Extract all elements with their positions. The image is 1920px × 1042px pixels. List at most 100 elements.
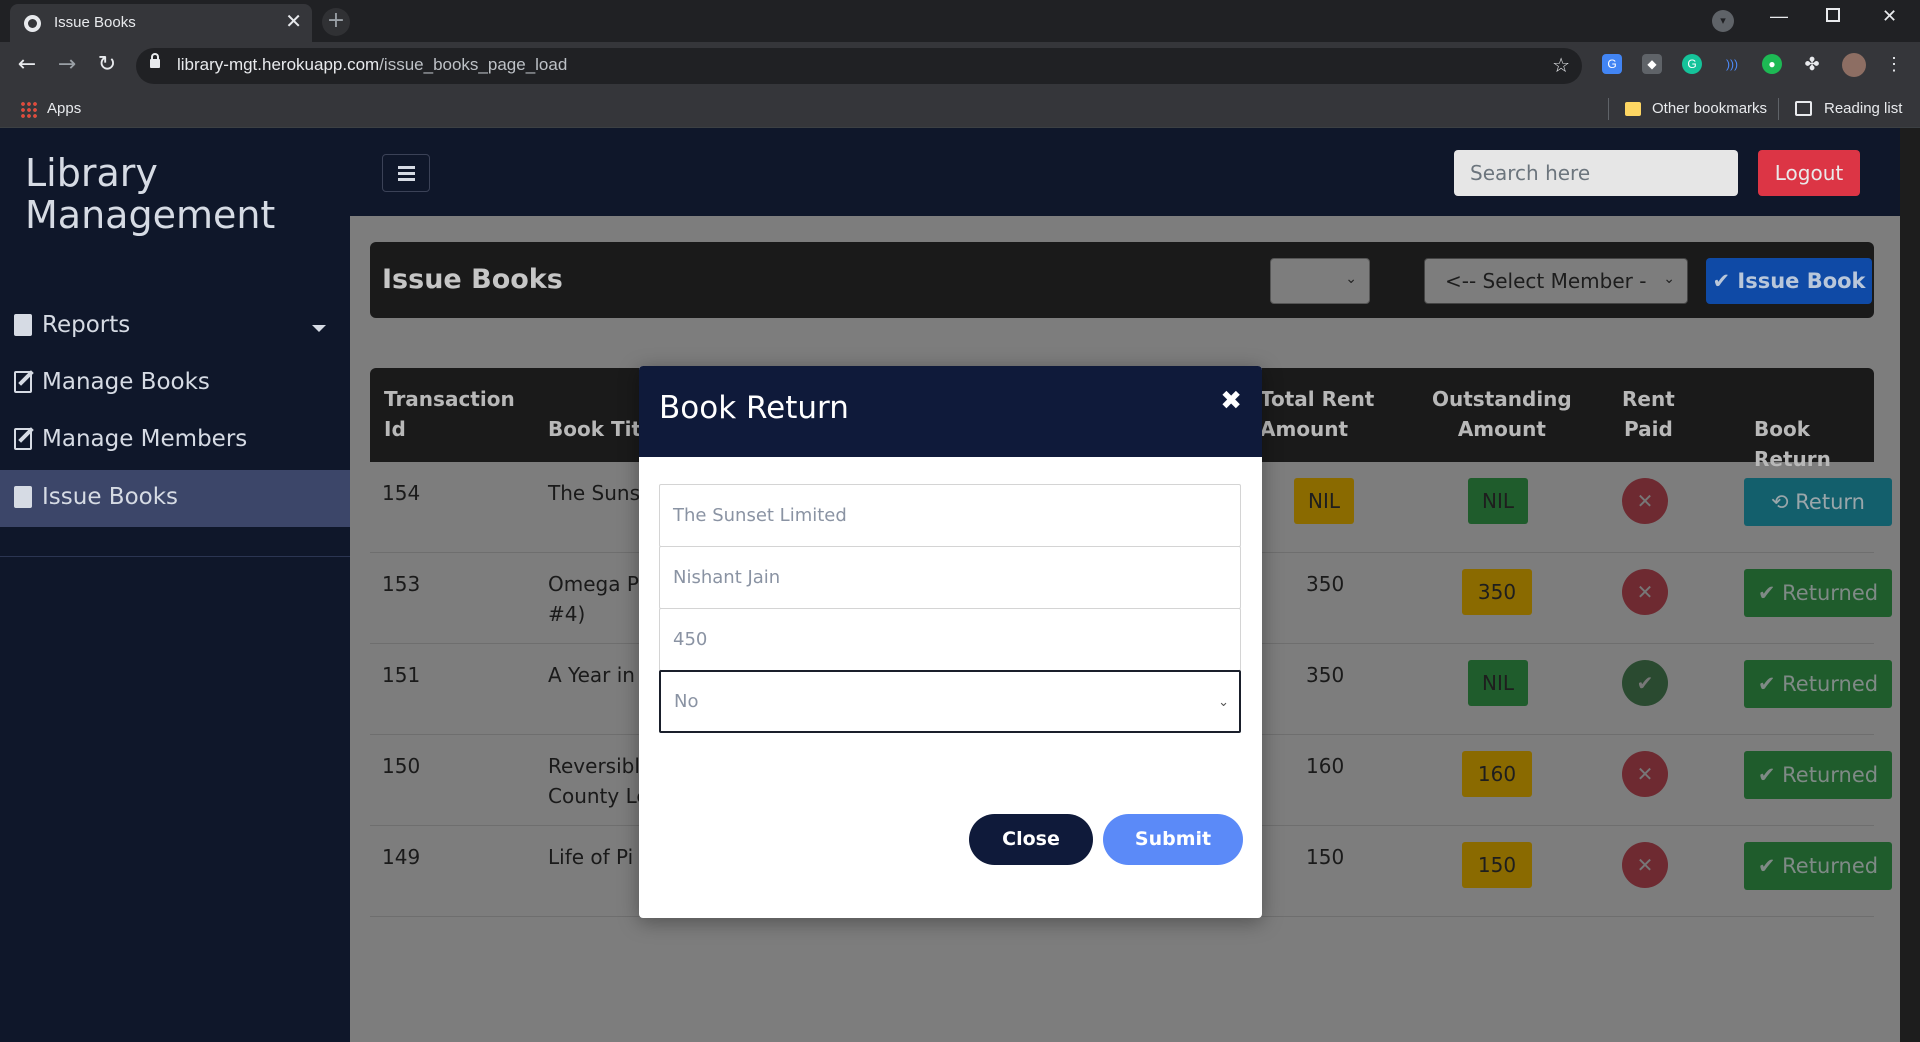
th-total-rent: Total Rent Amount — [1260, 387, 1375, 441]
chevron-down-icon: ⌄ — [1663, 271, 1675, 287]
book-select[interactable]: ⌄ — [1270, 258, 1370, 304]
audio-extension-icon[interactable]: ))) — [1722, 54, 1742, 74]
green-extension-icon[interactable]: ● — [1762, 54, 1782, 74]
issue-books-panel: Issue Books ⌄ <-- Select Member - ⌄ ✔ Is… — [370, 242, 1874, 318]
member-select-value: <-- Select Member - — [1445, 269, 1647, 293]
apps-grid-icon[interactable] — [20, 101, 37, 118]
document-icon — [14, 314, 32, 336]
sidebar-item-issue-books[interactable]: Issue Books — [0, 470, 350, 527]
cell-transaction-id: 151 — [382, 663, 421, 687]
cell-transaction-id: 149 — [382, 845, 421, 869]
bookmarks-bar: Apps Other bookmarks Reading list — [0, 90, 1920, 128]
translate-extension-icon[interactable]: G — [1602, 54, 1622, 74]
cell-book-title: The Suns — [548, 481, 641, 505]
reading-list[interactable]: Reading list — [1824, 100, 1902, 117]
other-bookmarks[interactable]: Other bookmarks — [1652, 100, 1767, 117]
unpaid-x-icon: ✕ — [1622, 842, 1668, 888]
member-select[interactable]: <-- Select Member - ⌄ — [1424, 258, 1688, 304]
app-root: Library Management Reports Manage Books … — [0, 128, 1920, 1042]
cell-transaction-id: 153 — [382, 572, 421, 596]
sidebar-item-reports[interactable]: Reports — [0, 298, 350, 355]
page-title: Issue Books — [382, 264, 563, 295]
address-bar[interactable]: library-mgt.herokuapp.com/issue_books_pa… — [136, 48, 1582, 84]
sidebar-item-label: Reports — [42, 312, 131, 338]
reading-list-icon — [1795, 101, 1812, 116]
return-button[interactable]: ⟲ Return — [1744, 478, 1892, 526]
extensions-puzzle-icon[interactable]: ✤ — [1802, 54, 1822, 74]
th-transaction-id: Transaction Id — [384, 387, 515, 441]
lock-icon — [150, 53, 160, 68]
modal-title: Book Return — [659, 390, 849, 426]
page-scrollbar[interactable] — [1900, 128, 1920, 1042]
sidebar-item-manage-members[interactable]: Manage Members — [0, 412, 350, 469]
browser-tabstrip: Issue Books ✕ + ▾ — ✕ — [0, 0, 1920, 42]
sidebar-item-label: Manage Books — [42, 369, 210, 395]
browser-tab[interactable]: Issue Books ✕ — [10, 4, 312, 42]
forward-icon[interactable]: → — [53, 52, 81, 77]
bookmark-star-icon[interactable]: ☆ — [1552, 53, 1570, 77]
issue-book-button[interactable]: ✔ Issue Book — [1706, 258, 1872, 304]
logout-button[interactable]: Logout — [1758, 150, 1860, 196]
cell-book-title: Omega P #4) — [548, 572, 639, 626]
profile-avatar[interactable] — [1842, 53, 1866, 77]
returned-button[interactable]: ✔ Returned — [1744, 751, 1892, 799]
new-tab-button[interactable]: + — [322, 8, 350, 36]
back-icon[interactable]: ← — [13, 52, 41, 77]
amount-field[interactable]: 450 — [659, 608, 1241, 671]
restore-icon[interactable] — [1826, 8, 1840, 22]
cell-book-title: A Year in — [548, 663, 635, 687]
tab-close-icon[interactable]: ✕ — [285, 11, 302, 31]
reload-icon[interactable]: ↻ — [93, 52, 121, 77]
rent-paid-select[interactable]: No ⌄ — [659, 670, 1241, 733]
cell-total-rent: 350 — [1306, 663, 1345, 687]
chevron-down-icon: ⌄ — [1345, 271, 1357, 287]
returned-button[interactable]: ✔ Returned — [1744, 660, 1892, 708]
sidebar: Library Management Reports Manage Books … — [0, 128, 350, 1042]
tab-search-icon[interactable]: ▾ — [1712, 10, 1734, 32]
unpaid-x-icon: ✕ — [1622, 569, 1668, 615]
submit-button[interactable]: Submit — [1103, 814, 1243, 865]
bookmark-separator — [1608, 98, 1609, 120]
search-input[interactable] — [1454, 150, 1738, 196]
unpaid-x-icon: ✕ — [1622, 751, 1668, 797]
outstanding-badge: NIL — [1468, 660, 1528, 706]
brand-title: Library Management — [25, 151, 276, 237]
cell-transaction-id: 154 — [382, 481, 421, 505]
top-navbar: Logout — [350, 128, 1900, 216]
url-text: library-mgt.herokuapp.com/issue_books_pa… — [177, 55, 568, 74]
sidebar-divider — [0, 556, 350, 557]
returned-button[interactable]: ✔ Returned — [1744, 842, 1892, 890]
close-button[interactable]: Close — [969, 814, 1093, 865]
outstanding-badge: NIL — [1468, 478, 1528, 524]
cell-total-rent: 160 — [1306, 754, 1345, 778]
returned-button[interactable]: ✔ Returned — [1744, 569, 1892, 617]
tab-title: Issue Books — [54, 14, 136, 31]
unpaid-x-icon: ✕ — [1622, 478, 1668, 524]
rent-paid-select-value: No — [674, 691, 699, 712]
modal-header: Book Return ✖ — [639, 366, 1262, 457]
modal-close-icon[interactable]: ✖ — [1220, 386, 1242, 416]
th-rent-paid: Rent Paid — [1622, 387, 1675, 441]
cell-book-title: Life of Pi — [548, 845, 634, 869]
chevron-down-icon: ⌄ — [1218, 695, 1229, 710]
cell-total-rent: 150 — [1306, 845, 1345, 869]
paid-check-icon: ✔ — [1622, 660, 1668, 706]
book-icon — [14, 486, 32, 508]
total-rent-badge: NIL — [1294, 478, 1354, 524]
sidebar-item-manage-books[interactable]: Manage Books — [0, 355, 350, 412]
book-title-field[interactable]: The Sunset Limited — [659, 484, 1241, 547]
shield-extension-icon[interactable]: ◆ — [1642, 54, 1662, 74]
window-close-icon[interactable]: ✕ — [1882, 6, 1897, 27]
apps-bookmark[interactable]: Apps — [47, 100, 81, 117]
minimize-icon[interactable]: — — [1770, 6, 1788, 27]
chrome-menu-icon[interactable]: ⋮ — [1884, 54, 1904, 74]
browser-toolbar: ← → ↻ library-mgt.herokuapp.com/issue_bo… — [0, 42, 1920, 90]
grammarly-extension-icon[interactable]: G — [1682, 54, 1702, 74]
sidebar-item-label: Issue Books — [42, 484, 179, 510]
hamburger-menu-icon[interactable] — [382, 154, 430, 192]
sidebar-item-label: Manage Members — [42, 426, 248, 452]
cell-transaction-id: 150 — [382, 754, 421, 778]
member-name-field[interactable]: Nishant Jain — [659, 546, 1241, 609]
book-return-modal: Book Return ✖ The Sunset Limited Nishant… — [639, 366, 1262, 918]
edit-icon — [14, 371, 32, 393]
